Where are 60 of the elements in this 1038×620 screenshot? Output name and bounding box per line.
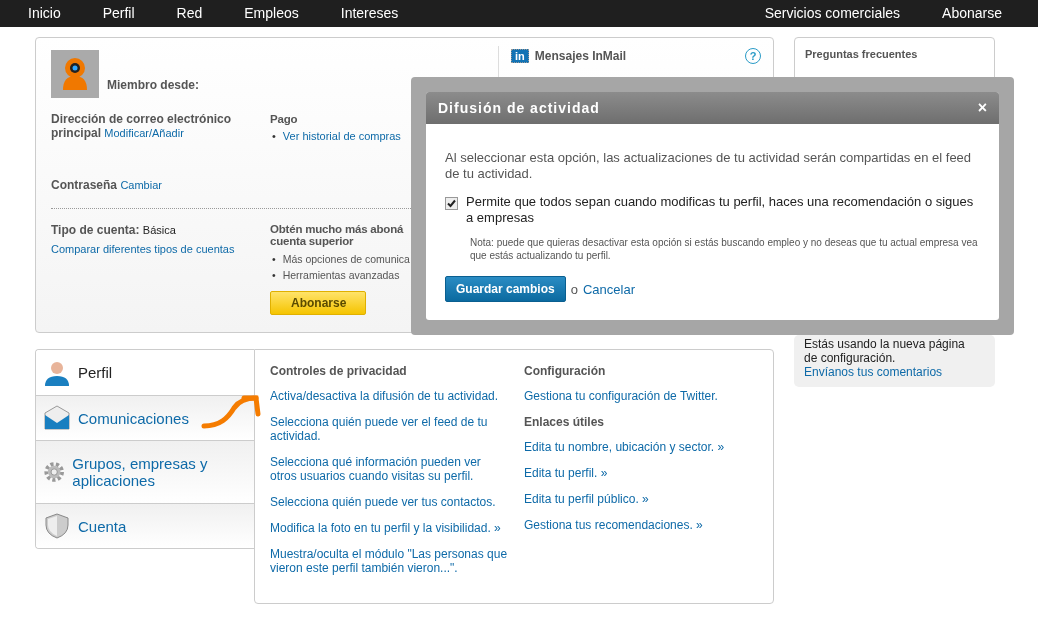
nav-link[interactable]: Red — [176, 0, 203, 27]
inmail-logo: in — [511, 49, 529, 63]
dialog-description: Al seleccionar esta opción, las actualizaciones de tu actividad serán compartidas en el feed de tu actividad. — [445, 150, 973, 182]
or-text: o — [570, 281, 578, 297]
settings-link[interactable]: Gestiona tus recomendaciones. » — [524, 518, 764, 532]
bullet: • — [272, 130, 276, 142]
upgrade-feature: Más opciones de comunica — [282, 253, 410, 265]
envelope-icon — [44, 405, 70, 431]
avatar-icon — [51, 50, 99, 98]
shield-icon — [44, 513, 70, 539]
upgrade-feature: Herramientas avanzadas — [282, 269, 400, 281]
settings-link[interactable]: Activa/desactiva la difusión de tu actividad. — [270, 389, 509, 403]
settings-link[interactable]: Gestiona tu configuración de Twitter. — [524, 389, 764, 403]
settings-link[interactable]: Selecciona quién puede ver tus contactos. — [270, 495, 509, 509]
cancel-link[interactable]: Cancelar — [582, 281, 635, 297]
option-label: Permite que todos sepan cuando modificas tu perfil, haces una recomendación o sigues a empresas — [466, 194, 975, 226]
group-title: Enlaces útiles — [524, 415, 606, 429]
member-since-label: Miembro desde: — [107, 78, 199, 92]
upgrade-title: Obtén mucho más aboná — [270, 223, 404, 235]
settings-link[interactable]: Edita tu perfil. » — [524, 466, 764, 480]
nav-link[interactable]: Abonarse — [942, 0, 1002, 27]
email-link[interactable]: Modificar/Añadir — [104, 127, 184, 139]
settings-link[interactable]: Edita tu perfil público. » — [524, 492, 764, 506]
email-label: Dirección de correo electrónico principal Modificar/Añadir — [51, 112, 233, 140]
save-button[interactable]: Guardar cambios — [445, 276, 566, 302]
settings-link[interactable]: Selecciona quién puede ver el feed de tu actividad. — [270, 415, 509, 443]
password-label: Contraseña — [51, 178, 118, 192]
purchase-history-link[interactable]: Ver historial de compras — [282, 130, 401, 142]
dialog-title: Difusión de actividad — [438, 100, 600, 116]
person-icon — [44, 359, 70, 386]
faq-title: Preguntas frecuentes — [805, 48, 918, 60]
feedback-text: Estás usando la nueva página de configuración. — [804, 337, 966, 365]
bullet: • — [272, 253, 276, 265]
compare-link[interactable]: Comparar diferentes tipos de cuentas — [51, 243, 235, 255]
payment-title: Pago — [270, 113, 298, 125]
account-type: Básica — [142, 224, 176, 236]
checkbox[interactable] — [445, 197, 458, 210]
nav-link[interactable]: Intereses — [340, 0, 399, 27]
account-type-label: Tipo de cuenta: — [51, 223, 140, 237]
nav-link[interactable]: Servicios comerciales — [764, 0, 901, 27]
feedback-link[interactable]: Envíanos tus comentarios — [804, 365, 943, 379]
settings-link[interactable]: Edita tu nombre, ubicación y sector. » — [524, 440, 764, 454]
upgrade-title: cuenta superior — [270, 235, 354, 247]
nav-link[interactable]: Empleos — [244, 0, 299, 27]
password-link[interactable]: Cambiar — [120, 179, 162, 191]
nav-link[interactable]: Inicio — [28, 0, 61, 27]
settings-link[interactable]: Selecciona qué información pueden ver otros usuarios cuando visitas su perfil. — [270, 455, 509, 483]
group-title: Configuración — [524, 364, 607, 378]
note-text: Nota: puede que quieras desactivar esta opción si estás buscando empleo y no deseas que tu actual empresa vea que estás actualizando tu perfil. — [470, 236, 979, 262]
arrow-drawing — [201, 395, 261, 429]
bullet: • — [272, 269, 276, 281]
section-tab[interactable]: Cuenta — [36, 503, 254, 548]
gear-icon — [44, 459, 65, 485]
nav-link[interactable]: Perfil — [102, 0, 135, 27]
close-icon[interactable]: × — [977, 99, 987, 117]
settings-link[interactable]: Modifica la foto en tu perfil y la visibilidad. » — [270, 521, 509, 535]
settings-link[interactable]: Muestra/oculta el módulo "Las personas que vieron este perfil también vieron...". — [270, 547, 509, 575]
subscribe-button[interactable]: Abonarse — [270, 291, 366, 315]
inmail-title: Mensajes InMail — [534, 49, 627, 63]
group-title: Controles de privacidad — [270, 364, 408, 378]
